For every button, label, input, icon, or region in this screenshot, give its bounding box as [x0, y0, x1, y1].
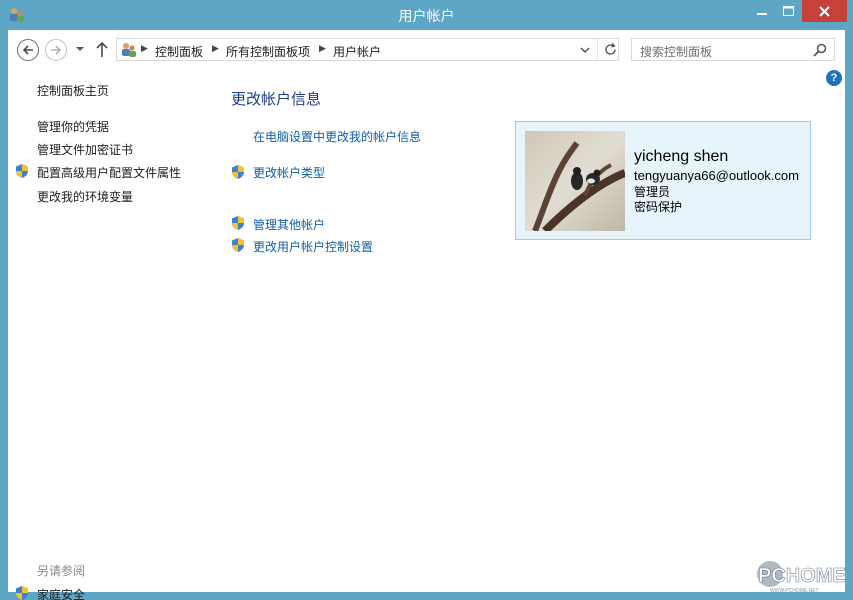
svg-text:WWW.PCHOME.NET: WWW.PCHOME.NET: [770, 588, 819, 594]
user-account-card: yicheng shen tengyuanya66@outlook.com 管理…: [515, 121, 811, 240]
refresh-icon[interactable]: [603, 42, 618, 57]
uac-shield-icon: [232, 165, 244, 179]
search-box[interactable]: 搜索控制面板: [631, 38, 835, 61]
avatar[interactable]: [525, 131, 625, 231]
maximize-icon: [783, 6, 794, 16]
left-navigation: 控制面板主页 管理你的凭据 管理文件加密证书 配置高级用户配置文件属性 更改我的…: [8, 68, 223, 600]
breadcrumb-separator-icon[interactable]: ▶: [319, 44, 326, 54]
help-icon[interactable]: ?: [826, 70, 842, 86]
minimize-icon: [756, 13, 767, 15]
close-button[interactable]: [802, 0, 847, 22]
user-name: yicheng shen: [634, 148, 729, 165]
svg-text:PCHOME: PCHOME: [758, 565, 846, 587]
avatar-birds-image: [525, 131, 625, 231]
breadcrumb-user-accounts[interactable]: 用户帐户: [333, 43, 381, 60]
see-also-heading: 另请参阅: [37, 564, 86, 578]
uac-shield-icon: [16, 586, 28, 600]
link-change-uac-settings[interactable]: 更改用户帐户控制设置: [253, 238, 373, 255]
search-input[interactable]: 搜索控制面板: [640, 43, 712, 60]
maximize-button[interactable]: [775, 0, 802, 22]
uac-shield-icon: [16, 164, 28, 178]
window-title: 用户帐户: [398, 9, 455, 25]
user-email: tengyuanya66@outlook.com: [634, 168, 799, 183]
link-manage-other-accounts[interactable]: 管理其他帐户: [253, 216, 325, 233]
address-bar[interactable]: ▶ 控制面板 ▶ 所有控制面板项 ▶ 用户帐户: [116, 38, 619, 61]
sidebar-item-advanced-profile-properties[interactable]: 配置高级用户配置文件属性: [37, 164, 181, 181]
arrow-right-icon: [51, 45, 62, 55]
close-icon: [819, 5, 830, 17]
window: 用户帐户 ▶ 控制面板 ▶ 所有控制面板项 ▶ 用户帐户 搜索控制面板 ? 控制…: [0, 0, 853, 600]
breadcrumb-separator-icon[interactable]: ▶: [212, 44, 219, 54]
uac-shield-icon: [232, 216, 244, 230]
sidebar-item-manage-credentials[interactable]: 管理你的凭据: [37, 118, 109, 135]
link-change-account-in-pc-settings[interactable]: 在电脑设置中更改我的帐户信息: [253, 128, 421, 145]
sidebar-item-family-safety[interactable]: 家庭安全: [37, 586, 85, 600]
sidebar-item-environment-variables[interactable]: 更改我的环境变量: [37, 188, 133, 205]
navigation-bar: ▶ 控制面板 ▶ 所有控制面板项 ▶ 用户帐户 搜索控制面板: [8, 30, 845, 68]
uac-shield-icon: [232, 238, 244, 252]
title-bar[interactable]: 用户帐户: [0, 0, 853, 30]
sidebar-item-file-encryption-certificates[interactable]: 管理文件加密证书: [37, 141, 133, 158]
back-button[interactable]: [17, 39, 39, 61]
arrow-left-icon: [22, 45, 33, 55]
recent-locations-chevron-icon[interactable]: [74, 43, 86, 55]
forward-button[interactable]: [45, 39, 67, 61]
address-dropdown-icon[interactable]: [578, 43, 592, 57]
pchome-watermark: PCHOME WWW.PCHOME.NET: [757, 561, 846, 594]
up-arrow-icon[interactable]: [94, 40, 110, 58]
link-change-account-type[interactable]: 更改帐户类型: [253, 164, 325, 181]
breadcrumb-all-items[interactable]: 所有控制面板项: [226, 43, 310, 60]
breadcrumb-control-panel[interactable]: 控制面板: [155, 43, 203, 60]
control-panel-icon: [122, 43, 136, 57]
breadcrumb-separator-icon[interactable]: ▶: [141, 44, 148, 54]
address-divider: [597, 39, 598, 60]
page-title: 更改帐户信息: [231, 90, 322, 108]
minimize-button[interactable]: [748, 0, 775, 22]
user-password-status: 密码保护: [634, 200, 683, 214]
client-area: ▶ 控制面板 ▶ 所有控制面板项 ▶ 用户帐户 搜索控制面板 ? 控制面板主页 …: [8, 30, 845, 600]
search-icon[interactable]: [812, 42, 828, 58]
sidebar-item-control-panel-home[interactable]: 控制面板主页: [37, 82, 109, 99]
